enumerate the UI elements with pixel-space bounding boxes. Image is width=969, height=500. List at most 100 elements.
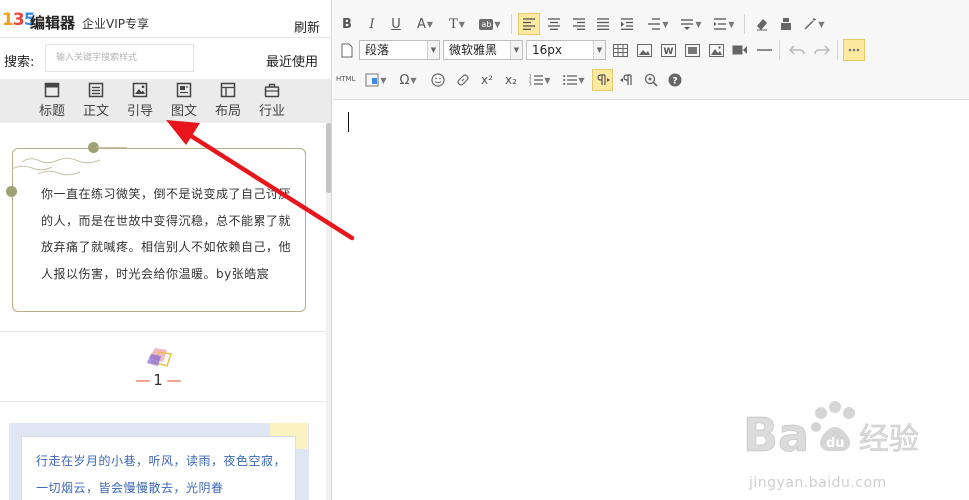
search-icon — [644, 73, 658, 87]
format-painter-button[interactable] — [775, 13, 797, 35]
svg-text:经验: 经验 — [859, 422, 919, 457]
table-button[interactable] — [609, 39, 631, 61]
tab-body-text[interactable]: 正文 — [76, 82, 116, 119]
new-doc-button[interactable] — [338, 39, 356, 61]
tab-industry-label: 行业 — [258, 104, 285, 119]
image-guide-icon — [132, 82, 148, 98]
line-height-icon — [648, 18, 661, 30]
indent-button[interactable] — [616, 13, 638, 35]
rtl-direction-button[interactable] — [617, 69, 637, 91]
align-left-button[interactable] — [518, 13, 540, 35]
insert-picture-button[interactable] — [681, 39, 703, 61]
help-icon: ? — [668, 73, 682, 87]
logo-digit-1: 1 — [2, 10, 14, 30]
paragraph-ltr-icon — [596, 74, 610, 85]
recent-used-button[interactable]: 最近使用 — [266, 51, 318, 70]
tab-guide-label: 引导 — [126, 104, 153, 119]
special-char-button[interactable]: Ω ▼ — [394, 69, 422, 91]
align-right-button[interactable] — [568, 13, 590, 35]
industry-icon — [264, 83, 280, 98]
link-icon — [457, 74, 469, 86]
toolbar-separator — [744, 14, 745, 34]
eraser-button[interactable] — [751, 13, 773, 35]
wave-ornament-icon — [11, 157, 101, 176]
ltr-direction-button[interactable] — [592, 69, 613, 91]
paragraph-spacing-button[interactable]: ▼ — [676, 13, 706, 35]
toolbar-separator — [837, 40, 838, 60]
paragraph-select[interactable]: 段落 ▼ — [359, 40, 440, 60]
baidu-watermark-logo: Ba du 经验 — [743, 401, 919, 462]
spacing-button[interactable]: ▼ — [709, 13, 739, 35]
undo-button[interactable] — [786, 39, 808, 61]
word-import-button[interactable]: W — [657, 39, 679, 61]
paragraph-rtl-icon — [620, 74, 632, 85]
svg-text:Ba: Ba — [743, 408, 809, 462]
ordered-list-button[interactable]: 1 2 3 ▼ — [525, 69, 555, 91]
redo-button[interactable] — [811, 39, 833, 61]
superscript-button[interactable]: x² — [477, 69, 497, 91]
body-text-icon — [88, 82, 104, 98]
tab-layout[interactable]: 布局 — [208, 82, 248, 119]
image-icon — [636, 43, 652, 57]
subscript-button[interactable]: x₂ — [501, 69, 521, 91]
tab-image-text[interactable]: 图文 — [164, 82, 204, 119]
align-left-icon — [523, 18, 535, 30]
align-justify-button[interactable] — [592, 13, 614, 35]
gem-icon — [147, 348, 172, 367]
background-color-button[interactable]: T ▼ — [443, 13, 471, 35]
image-button[interactable] — [633, 39, 655, 61]
ornament-dot-left — [6, 186, 17, 197]
word-icon: W — [660, 43, 676, 57]
horizontal-rule-button[interactable] — [753, 39, 775, 61]
category-tabs: 标题 正文 引导 图文 布局 行业 — [0, 79, 331, 123]
divider — [0, 401, 326, 402]
underline-button[interactable]: U — [386, 13, 406, 35]
align-center-button[interactable] — [543, 13, 565, 35]
panel-scrollbar[interactable] — [326, 123, 331, 500]
font-size-select[interactable]: 16px ▼ — [526, 40, 606, 60]
format-painter-icon — [781, 18, 791, 30]
emoji-button[interactable] — [428, 69, 448, 91]
search-input[interactable] — [45, 44, 194, 72]
magic-wand-button[interactable]: ▼ — [799, 13, 829, 35]
tab-guide[interactable]: 引导 — [120, 82, 160, 119]
align-right-icon — [573, 18, 585, 30]
title-icon — [44, 82, 60, 98]
bold-button[interactable]: B — [337, 13, 357, 35]
smiley-icon — [431, 73, 445, 87]
toolbar-separator — [511, 14, 512, 34]
template-panel: 135 编辑器 企业VIP专享 刷新 搜索: 最近使用 标题 正文 引导 图文 … — [0, 0, 332, 500]
scrollbar-thumb[interactable] — [326, 123, 331, 193]
font-size-select-value: 16px — [532, 43, 562, 57]
app-title: 编辑器 — [30, 14, 76, 32]
video-button[interactable] — [729, 39, 751, 61]
font-color-button[interactable]: A ▼ — [411, 13, 439, 35]
template-card-poem-text: 行走在岁月的小巷，听风，读雨，夜色空寂，一切烟云，皆会慢慢散去，光阴眷 — [36, 454, 287, 495]
link-button[interactable] — [453, 69, 473, 91]
gallery-button[interactable] — [705, 39, 727, 61]
unordered-list-button[interactable]: ▼ — [559, 69, 589, 91]
search-replace-button[interactable] — [641, 69, 661, 91]
help-button[interactable]: ? — [665, 69, 685, 91]
search-row: 搜索: 最近使用 — [0, 39, 331, 79]
italic-button[interactable]: I — [362, 13, 382, 35]
anchor-icon — [365, 73, 379, 87]
svg-text:3: 3 — [529, 82, 532, 87]
refresh-button[interactable]: 刷新 — [294, 17, 320, 36]
font-family-select[interactable]: 微软雅黑 ▼ — [443, 40, 523, 60]
html-source-button[interactable]: HTML — [336, 75, 355, 83]
format-style-button[interactable]: ab ▼ — [475, 13, 505, 35]
tab-body-text-label: 正文 — [82, 104, 109, 119]
tab-layout-label: 布局 — [214, 104, 241, 119]
line-height-button[interactable]: ▼ — [643, 13, 673, 35]
tab-title[interactable]: 标题 — [32, 82, 72, 119]
page-number-value: 1 — [153, 371, 163, 389]
edition-label: 企业VIP专享 — [82, 17, 149, 31]
image-text-icon — [176, 82, 192, 98]
more-button[interactable] — [843, 39, 865, 61]
template-card-quote-text: 你一直在练习微笑，倒不是说变成了自己讨厌的人，而是在世故中变得沉稳，总不能累了就… — [41, 187, 292, 281]
tab-industry[interactable]: 行业 — [252, 82, 292, 119]
page-number: — 1 — — [135, 371, 181, 389]
anchor-button[interactable]: ▼ — [362, 69, 390, 91]
omega-icon: Ω — [399, 72, 410, 88]
